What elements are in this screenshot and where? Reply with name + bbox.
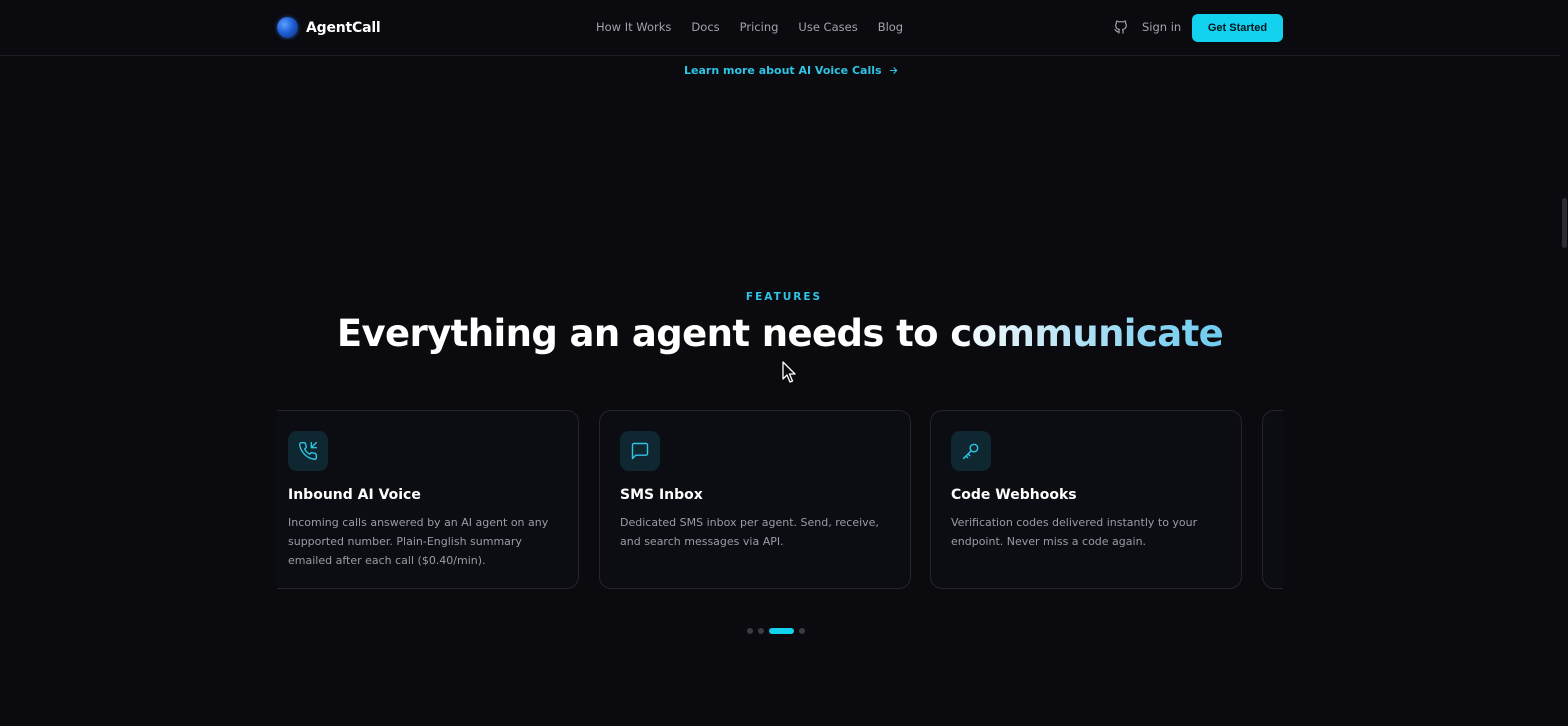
mouse-cursor-icon — [782, 361, 796, 383]
feature-description: Incoming calls answered by an AI agent o… — [288, 516, 549, 567]
scrollbar-thumb[interactable] — [1562, 198, 1567, 248]
feature-card[interactable]: SMS Inbox Dedicated SMS inbox per agent.… — [599, 410, 911, 589]
headline-plain: Everything an agent needs to — [336, 312, 951, 355]
feature-icon-box — [288, 431, 328, 471]
sign-in-link[interactable]: Sign in — [1142, 20, 1181, 34]
feature-icon-box — [620, 431, 660, 471]
logo[interactable]: AgentCall — [277, 17, 381, 38]
get-started-button[interactable]: Get Started — [1192, 14, 1283, 42]
feature-title: Code Webhooks — [951, 487, 1077, 503]
section-headline: Everything an agent needs to communicate — [0, 312, 1560, 355]
feature-card[interactable]: Code Webhooks Verification codes deliver… — [930, 410, 1242, 589]
nav-links: How It Works Docs Pricing Use Cases Blog — [596, 20, 923, 34]
arrow-right-icon — [889, 67, 897, 74]
github-icon[interactable] — [1113, 19, 1129, 35]
top-navigation: AgentCall How It Works Docs Pricing Use … — [0, 0, 1568, 56]
logo-text: AgentCall — [306, 19, 381, 36]
nav-link-docs[interactable]: Docs — [691, 20, 719, 34]
phone-incoming-icon — [299, 441, 318, 460]
feature-title: Inbound AI Voice — [288, 487, 421, 503]
carousel-pagination — [747, 628, 805, 634]
nav-link-use-cases[interactable]: Use Cases — [798, 20, 857, 34]
page: AgentCall How It Works Docs Pricing Use … — [0, 0, 1568, 726]
nav-link-how-it-works[interactable]: How It Works — [596, 20, 671, 34]
feature-title: SMS Inbox — [620, 487, 703, 503]
headline-gradient: communicate — [950, 312, 1224, 355]
carousel-dot[interactable] — [799, 628, 805, 634]
scrollbar[interactable] — [1560, 0, 1568, 726]
learn-more-label: Learn more about AI Voice Calls — [684, 64, 882, 77]
logo-globe-icon — [277, 17, 298, 38]
carousel-dot[interactable] — [758, 628, 764, 634]
carousel-dot-active[interactable] — [769, 628, 794, 634]
nav-link-blog[interactable]: Blog — [878, 20, 903, 34]
feature-card[interactable]: Inbound AI Voice Incoming calls answered… — [277, 410, 579, 589]
feature-card-partial[interactable] — [1262, 410, 1283, 589]
nav-link-pricing[interactable]: Pricing — [740, 20, 779, 34]
section-eyebrow: FEATURES — [745, 291, 823, 303]
features-carousel[interactable]: Inbound AI Voice Incoming calls answered… — [277, 410, 1283, 590]
feature-icon-box — [951, 431, 991, 471]
feature-description: Verification codes delivered instantly t… — [951, 516, 1198, 548]
key-icon — [962, 443, 979, 460]
learn-more-link[interactable]: Learn more about AI Voice Calls — [684, 64, 899, 77]
message-square-icon — [631, 442, 649, 460]
carousel-dot[interactable] — [747, 628, 753, 634]
feature-description: Dedicated SMS inbox per agent. Send, rec… — [620, 516, 879, 548]
